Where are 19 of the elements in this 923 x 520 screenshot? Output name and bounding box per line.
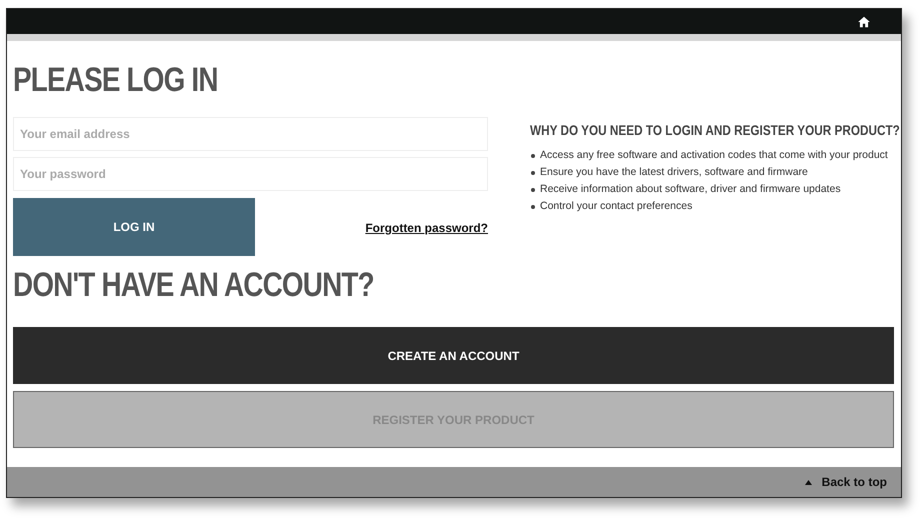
password-field[interactable]: Your password <box>13 157 488 191</box>
caret-up-icon <box>804 480 812 484</box>
login-button[interactable]: LOG IN <box>13 198 255 256</box>
bullet-icon <box>531 154 535 158</box>
info-item: Ensure you have the latest drivers, software and firmware <box>540 165 808 180</box>
bullet-icon <box>531 205 535 209</box>
bullet-icon <box>531 171 535 175</box>
info-item: Access any free software and activation codes that come with your product <box>540 148 888 163</box>
info-heading: WHY DO YOU NEED TO LOGIN AND REGISTER YOUR PRODUCT? <box>530 121 900 140</box>
forgot-password-link[interactable]: Forgotten password? <box>365 219 488 237</box>
info-item: Control your contact preferences <box>540 199 692 214</box>
info-item: Receive information about software, driver and firmware updates <box>540 182 841 197</box>
create-account-button[interactable]: CREATE AN ACCOUNT <box>13 327 894 384</box>
page-heading: PLEASE LOG IN <box>13 63 218 97</box>
home-icon[interactable] <box>857 14 871 28</box>
bullet-icon <box>531 188 535 192</box>
back-to-top-link[interactable]: Back to top <box>822 473 887 491</box>
section-heading: DON'T HAVE AN ACCOUNT? <box>13 268 374 302</box>
email-field[interactable]: Your email address <box>13 117 488 151</box>
